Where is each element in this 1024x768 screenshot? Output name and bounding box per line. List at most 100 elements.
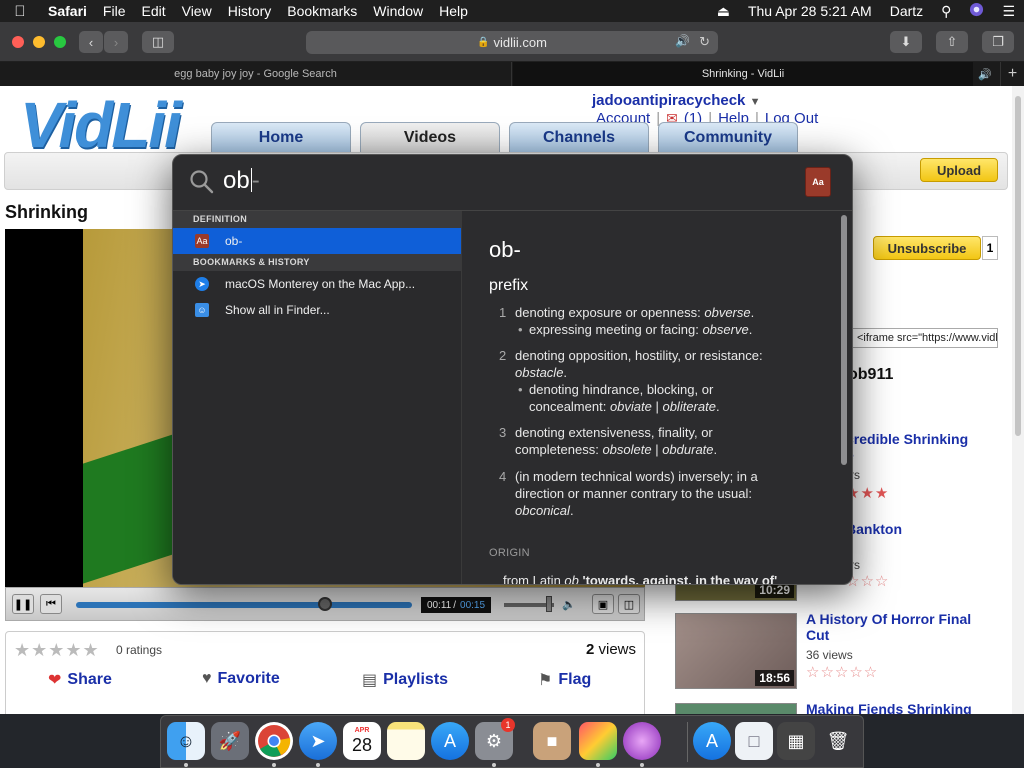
unsubscribe-button[interactable]: Unsubscribe [873, 236, 981, 260]
safari-icon[interactable]: ➤ [299, 722, 337, 760]
nav-channels[interactable]: Channels [509, 122, 649, 152]
fullscreen-icon[interactable]: ◫ [618, 594, 640, 614]
related-title[interactable]: credible Shrinkinge [846, 431, 968, 463]
sense-example: obverse [704, 305, 751, 320]
share-button[interactable]: ❤ Share [48, 670, 112, 690]
embed-code-field[interactable]: <iframe src="https://www.vidlii.com/embe… [852, 328, 998, 348]
new-tab-button[interactable]: + [1000, 62, 1024, 86]
archive-utility-icon[interactable]: ■ [533, 722, 571, 760]
chrome-icon[interactable] [255, 722, 293, 760]
menu-bar:  Safari File Edit View History Bookmark… [0, 0, 1024, 22]
downloads-stack-icon[interactable]: A [693, 722, 731, 760]
forward-button[interactable]: › [104, 31, 128, 53]
notes-icon[interactable] [387, 722, 425, 760]
channel-name[interactable]: ob911 [848, 366, 893, 384]
spotlight-query-input[interactable]: ob- [223, 167, 260, 195]
menubar-user[interactable]: Dartz [881, 3, 932, 19]
minimize-window-icon[interactable] [33, 36, 45, 48]
menu-file[interactable]: File [95, 3, 134, 19]
result-bookmark[interactable]: ➤ macOS Monterey on the Mac App... [173, 271, 461, 297]
reload-icon[interactable]: ↻ [699, 34, 710, 50]
menu-history[interactable]: History [220, 3, 280, 19]
related-thumbnail[interactable]: 18:56 [675, 613, 797, 689]
menu-help[interactable]: Help [431, 3, 476, 19]
menu-app-name[interactable]: Safari [40, 3, 95, 19]
app-store-icon[interactable]: A [431, 722, 469, 760]
menubar-clock[interactable]: Thu Apr 28 5:21 AM [739, 3, 881, 19]
favorite-button[interactable]: ♥ Favorite [202, 670, 280, 688]
installer-icon[interactable] [623, 722, 661, 760]
username-link[interactable]: jadooantipiracycheck [592, 92, 745, 109]
user-menu[interactable]: jadooantipiracycheck ▼ [592, 92, 760, 109]
related-duration: 18:56 [755, 670, 794, 686]
pause-icon[interactable]: ❚❚ [12, 594, 34, 614]
result-label: ob- [225, 234, 243, 248]
screenshot-stack-icon[interactable]: ▦ [777, 722, 815, 760]
control-center-icon[interactable]: ☰ [993, 3, 1024, 20]
color-app-icon[interactable] [579, 722, 617, 760]
audio-playing-icon[interactable]: 🔊 [675, 34, 690, 48]
document-icon[interactable]: □ [735, 722, 773, 760]
result-show-in-finder[interactable]: ☺ Show all in Finder... [173, 297, 461, 323]
origin-word: ob [564, 573, 579, 585]
chevron-down-icon[interactable]: ▼ [750, 96, 761, 108]
volume-handle[interactable] [546, 596, 552, 612]
menu-view[interactable]: View [174, 3, 220, 19]
spotlight-search-icon[interactable]: ⚲ [932, 3, 960, 20]
definition-sense-1: 1 denoting exposure or openness: obverse… [499, 304, 803, 338]
siri-icon[interactable] [960, 2, 993, 20]
zoom-window-icon[interactable] [54, 36, 66, 48]
apple-menu-icon[interactable]:  [0, 3, 40, 20]
back-button[interactable]: ‹ [79, 31, 103, 53]
definition-word: ob- [489, 237, 521, 262]
nav-home[interactable]: Home [211, 122, 351, 152]
progress-bar[interactable] [76, 597, 412, 611]
scrollbar-thumb[interactable] [1015, 96, 1021, 436]
menu-edit[interactable]: Edit [133, 3, 173, 19]
safari-compass-icon: ➤ [195, 277, 209, 291]
notification-badge: 1 [501, 718, 515, 732]
scrollbar-thumb[interactable] [841, 215, 847, 465]
calendar-icon[interactable]: APR 28 [343, 722, 381, 760]
origin-header: ORIGIN [489, 547, 530, 559]
flag-label: Flag [558, 671, 592, 688]
sense-example: obviate [609, 399, 652, 414]
finder-icon[interactable]: ☺ [167, 722, 205, 760]
upload-button[interactable]: Upload [920, 158, 998, 182]
progress-handle[interactable] [317, 597, 332, 611]
close-window-icon[interactable] [12, 36, 24, 48]
share-button[interactable]: ⇧ [936, 31, 968, 53]
downloads-button[interactable]: ⬇ [890, 31, 922, 53]
skip-back-icon[interactable]: ⏮ [40, 594, 62, 614]
definition-sense-3: 3 denoting extensiveness, finality, or co… [499, 425, 718, 457]
related-title[interactable]: A History Of Horror Final Cut [806, 611, 971, 643]
playlists-button[interactable]: ▤ Playlists [362, 670, 448, 690]
theater-mode-icon[interactable]: ▣ [592, 594, 614, 614]
sidebar-toggle-button[interactable]: ◫ [142, 31, 174, 53]
flag-button[interactable]: ⚑ Flag [538, 670, 591, 690]
launchpad-icon[interactable]: 🚀 [211, 722, 249, 760]
result-definition[interactable]: Aa ob- [173, 228, 461, 254]
tab-overview-button[interactable]: ❐ [982, 31, 1014, 53]
nav-community[interactable]: Community [658, 122, 798, 152]
related-title[interactable]: Making Fiends Shrinking [806, 701, 972, 714]
tab-vidlii[interactable]: Shrinking - VidLii [513, 62, 973, 86]
tab-audio-icon[interactable]: 🔊 [972, 62, 998, 86]
related-title[interactable]: Bankton [846, 521, 902, 537]
address-bar[interactable]: 🔒 vidlii.com 🔊 ↻ [306, 31, 718, 54]
nav-videos[interactable]: Videos [360, 122, 500, 152]
menu-window[interactable]: Window [365, 3, 431, 19]
eject-icon[interactable]: ⏏ [708, 3, 739, 20]
sense-number: 3 [499, 425, 507, 440]
related-thumbnail[interactable] [675, 703, 797, 714]
menu-bookmarks[interactable]: Bookmarks [279, 3, 365, 19]
speaker-icon[interactable]: 🔈 [558, 594, 580, 614]
browser-toolbar: ‹ › ◫ 🔒 vidlii.com 🔊 ↻ ⬇ ⇧ ❐ [0, 22, 1024, 62]
rating-stars[interactable]: ★★★★★ [14, 640, 100, 661]
trash-icon[interactable]: 🗑 [819, 722, 857, 760]
site-logo[interactable]: VidLii [20, 88, 182, 162]
tab-google-search[interactable]: egg baby joy joy - Google Search [0, 62, 512, 86]
page-scrollbar[interactable] [1012, 86, 1024, 714]
preview-scrollbar[interactable] [841, 215, 849, 465]
spotlight-query-bar[interactable]: ob- Aa [173, 155, 852, 211]
